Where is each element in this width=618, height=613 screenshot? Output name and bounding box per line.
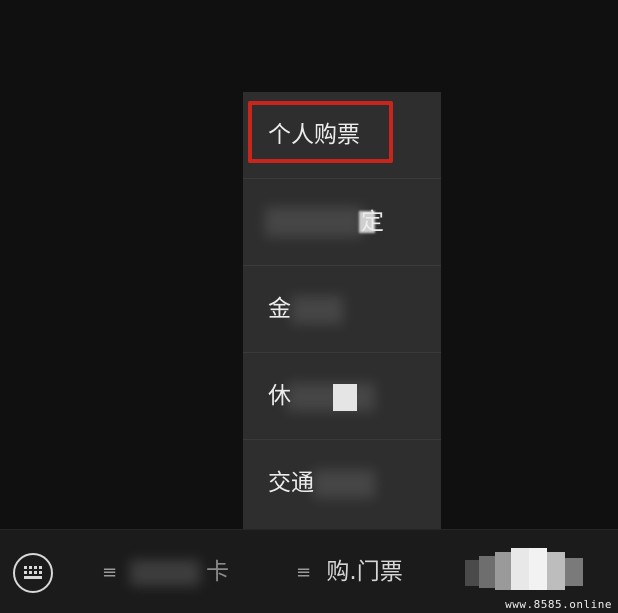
menu-item-label: 定 [361, 209, 384, 235]
menu-item-label: 休 [268, 383, 291, 409]
tab-buy-ticket[interactable]: ≡ 购.门票 [296, 530, 403, 613]
keyboard-icon[interactable] [13, 553, 53, 593]
tab-label: 购.门票 [326, 559, 403, 585]
pixelated-region [465, 548, 583, 596]
menu-item-label: 交通 [268, 470, 314, 496]
menu-item-3[interactable]: 金 [243, 266, 441, 353]
menu-item-2[interactable]: 定 [243, 179, 441, 266]
screen: 个人购票 定 金 休 交通 ≡ 卡 ≡ 购.门票 www.8585.online [0, 0, 618, 613]
tab-card[interactable]: ≡ 卡 [102, 530, 229, 613]
redaction [287, 383, 375, 411]
redaction [291, 296, 343, 324]
redaction [313, 470, 375, 498]
watermark: www.8585.online [505, 598, 612, 611]
redaction [265, 207, 363, 237]
bottom-bar: ≡ 卡 ≡ 购.门票 www.8585.online [0, 529, 618, 613]
hamburger-icon: ≡ [102, 562, 118, 583]
menu-item-label: 个人购票 [268, 122, 360, 148]
tab-label: 卡 [206, 559, 229, 585]
menu-item-label: 金 [268, 296, 291, 322]
menu-item-4[interactable]: 休 [243, 353, 441, 440]
menu-item-5[interactable]: 交通 [243, 440, 441, 527]
redaction [130, 560, 200, 586]
hamburger-icon: ≡ [296, 562, 312, 583]
redaction [333, 384, 357, 411]
